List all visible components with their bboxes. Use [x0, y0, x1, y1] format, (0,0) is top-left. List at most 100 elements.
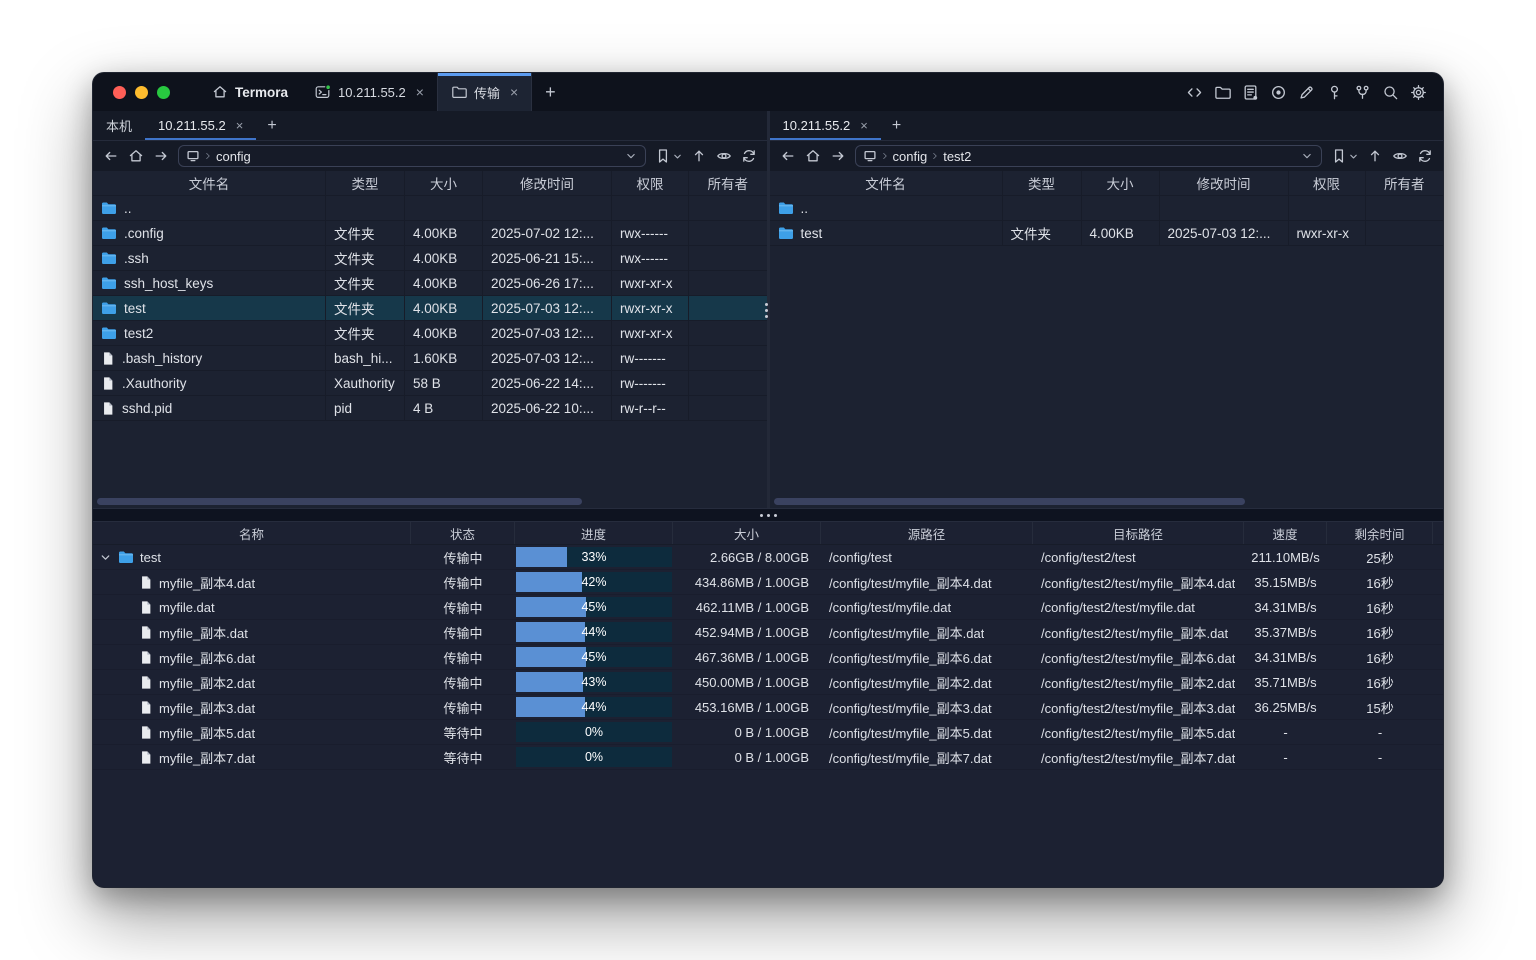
- expand-chevron-icon[interactable]: [99, 551, 112, 564]
- file-row[interactable]: .XauthorityXauthority58 B2025-06-22 14:.…: [93, 371, 767, 396]
- column-header[interactable]: 文件名: [93, 171, 326, 195]
- eye-icon[interactable]: [716, 148, 732, 164]
- key-icon[interactable]: [1326, 84, 1343, 101]
- close-tab-icon[interactable]: ×: [510, 85, 518, 99]
- close-tab-icon[interactable]: ×: [416, 85, 424, 99]
- column-header[interactable]: 剩余时间: [1327, 522, 1433, 544]
- transfer-row[interactable]: myfile_副本2.dat传输中43%450.00MB / 1.00GB/co…: [93, 670, 1443, 695]
- transfer-row[interactable]: myfile_副本.dat传输中44%452.94MB / 1.00GB/con…: [93, 620, 1443, 645]
- file-row[interactable]: .ssh文件夹4.00KB2025-06-21 15:...rwx------: [93, 246, 767, 271]
- transfer-row[interactable]: myfile_副本5.dat等待中0%0 B / 1.00GB/config/t…: [93, 720, 1443, 745]
- app-home-tab[interactable]: Termora: [198, 73, 302, 111]
- caret-down-icon[interactable]: [673, 152, 682, 161]
- type-cell: 文件夹: [326, 296, 405, 320]
- pane-tab-10.211.55.2[interactable]: 10.211.55.2 ×: [770, 111, 881, 140]
- pencil-icon[interactable]: [1298, 84, 1315, 101]
- target-path-cell: /config/test2/test/myfile_副本7.dat: [1033, 745, 1244, 769]
- titlebar-tab-transfer[interactable]: 传输 ×: [437, 73, 532, 111]
- refresh-icon[interactable]: [741, 148, 757, 164]
- back-icon[interactable]: [103, 148, 119, 164]
- home-icon: [212, 84, 228, 100]
- column-header[interactable]: 修改时间: [1160, 171, 1289, 195]
- column-header[interactable]: 大小: [1082, 171, 1160, 195]
- pane-tab-label: 10.211.55.2: [783, 118, 851, 133]
- settings-gear-icon[interactable]: [1410, 84, 1427, 101]
- filename-cell: test: [93, 296, 326, 320]
- chevron-down-icon[interactable]: [1300, 149, 1314, 163]
- speed-cell: -: [1244, 720, 1327, 744]
- titlebar-tab-session[interactable]: 10.211.55.2 ×: [302, 73, 437, 111]
- chevron-down-icon[interactable]: [624, 149, 638, 163]
- column-header[interactable]: 目标路径: [1033, 522, 1244, 544]
- home-icon[interactable]: [128, 148, 144, 164]
- column-header[interactable]: 源路径: [821, 522, 1033, 544]
- column-header[interactable]: 名称: [93, 522, 411, 544]
- column-header[interactable]: 状态: [411, 522, 515, 544]
- column-header[interactable]: 进度: [515, 522, 673, 544]
- pane-tab-本机[interactable]: 本机: [93, 111, 145, 140]
- bookmark-icon[interactable]: [1331, 148, 1347, 164]
- column-header[interactable]: 类型: [326, 171, 405, 195]
- record-icon[interactable]: [1270, 84, 1287, 101]
- horizontal-scrollbar[interactable]: [97, 498, 582, 505]
- minimize-window-button[interactable]: [135, 86, 148, 99]
- column-header[interactable]: 修改时间: [483, 171, 612, 195]
- file-row[interactable]: sshd.pidpid4 B2025-06-22 10:...rw-r--r--: [93, 396, 767, 421]
- upload-up-icon[interactable]: [1367, 148, 1383, 164]
- back-icon[interactable]: [780, 148, 796, 164]
- folder-icon[interactable]: [1214, 84, 1231, 101]
- file-row[interactable]: .config文件夹4.00KB2025-07-02 12:...rwx----…: [93, 221, 767, 246]
- path-input[interactable]: config: [178, 145, 646, 167]
- transfer-row[interactable]: myfile_副本7.dat等待中0%0 B / 1.00GB/config/t…: [93, 745, 1443, 770]
- new-pane-tab-button[interactable]: +: [881, 111, 912, 140]
- column-header[interactable]: 大小: [405, 171, 483, 195]
- upload-up-icon[interactable]: [691, 148, 707, 164]
- refresh-icon[interactable]: [1417, 148, 1433, 164]
- new-pane-tab-button[interactable]: +: [256, 111, 287, 140]
- transfer-row[interactable]: myfile_副本6.dat传输中45%467.36MB / 1.00GB/co…: [93, 645, 1443, 670]
- column-header[interactable]: 权限: [612, 171, 689, 195]
- transfer-row[interactable]: myfile.dat传输中45%462.11MB / 1.00GB/config…: [93, 595, 1443, 620]
- horizontal-scrollbar[interactable]: [774, 498, 1245, 505]
- column-header[interactable]: 权限: [1289, 171, 1366, 195]
- home-icon[interactable]: [805, 148, 821, 164]
- new-tab-button[interactable]: +: [532, 73, 569, 111]
- column-header[interactable]: 大小: [673, 522, 821, 544]
- file-row[interactable]: test2文件夹4.00KB2025-07-03 12:...rwxr-xr-x: [93, 321, 767, 346]
- bookmark-icon[interactable]: [655, 148, 671, 164]
- transfer-row[interactable]: test传输中33%2.66GB / 8.00GB/config/test/co…: [93, 545, 1443, 570]
- forward-icon[interactable]: [153, 148, 169, 164]
- column-header[interactable]: 类型: [1003, 171, 1082, 195]
- bookmark-button[interactable]: [655, 148, 682, 164]
- column-header[interactable]: 速度: [1244, 522, 1327, 544]
- column-header[interactable]: 所有者: [1366, 171, 1444, 195]
- file-row[interactable]: .bash_historybash_hi...1.60KB2025-07-03 …: [93, 346, 767, 371]
- file-row[interactable]: ..: [770, 196, 1444, 221]
- caret-down-icon[interactable]: [1349, 152, 1358, 161]
- log-icon[interactable]: [1242, 84, 1259, 101]
- pane-tab-10.211.55.2[interactable]: 10.211.55.2×: [145, 111, 256, 140]
- file-row[interactable]: ..: [93, 196, 767, 221]
- close-window-button[interactable]: [113, 86, 126, 99]
- column-header[interactable]: 所有者: [689, 171, 767, 195]
- target-path: /config/test2/test/myfile_副本4.dat: [1041, 573, 1235, 592]
- file-row[interactable]: test文件夹4.00KB2025-07-03 12:...rwxr-xr-x: [770, 221, 1444, 246]
- owner-cell: [689, 296, 767, 320]
- transfer-row[interactable]: myfile_副本4.dat传输中42%434.86MB / 1.00GB/co…: [93, 570, 1443, 595]
- port-forward-icon[interactable]: [1354, 84, 1371, 101]
- transfer-splitter[interactable]: [93, 508, 1443, 522]
- bookmark-button[interactable]: [1331, 148, 1358, 164]
- column-header[interactable]: 文件名: [770, 171, 1003, 195]
- eye-icon[interactable]: [1392, 148, 1408, 164]
- zoom-window-button[interactable]: [157, 86, 170, 99]
- forward-icon[interactable]: [830, 148, 846, 164]
- search-icon[interactable]: [1382, 84, 1399, 101]
- close-tab-icon[interactable]: ×: [860, 119, 868, 132]
- path-input[interactable]: configtest2: [855, 145, 1323, 167]
- file-row[interactable]: ssh_host_keys文件夹4.00KB2025-06-26 17:...r…: [93, 271, 767, 296]
- transfer-row[interactable]: myfile_副本3.dat传输中44%453.16MB / 1.00GB/co…: [93, 695, 1443, 720]
- code-icon[interactable]: [1186, 84, 1203, 101]
- termora-window: Termora 10.211.55.2 × 传输 × + 本机 10.211.55…: [92, 72, 1444, 888]
- close-tab-icon[interactable]: ×: [236, 119, 244, 132]
- file-row[interactable]: test文件夹4.00KB2025-07-03 12:...rwxr-xr-x: [93, 296, 767, 321]
